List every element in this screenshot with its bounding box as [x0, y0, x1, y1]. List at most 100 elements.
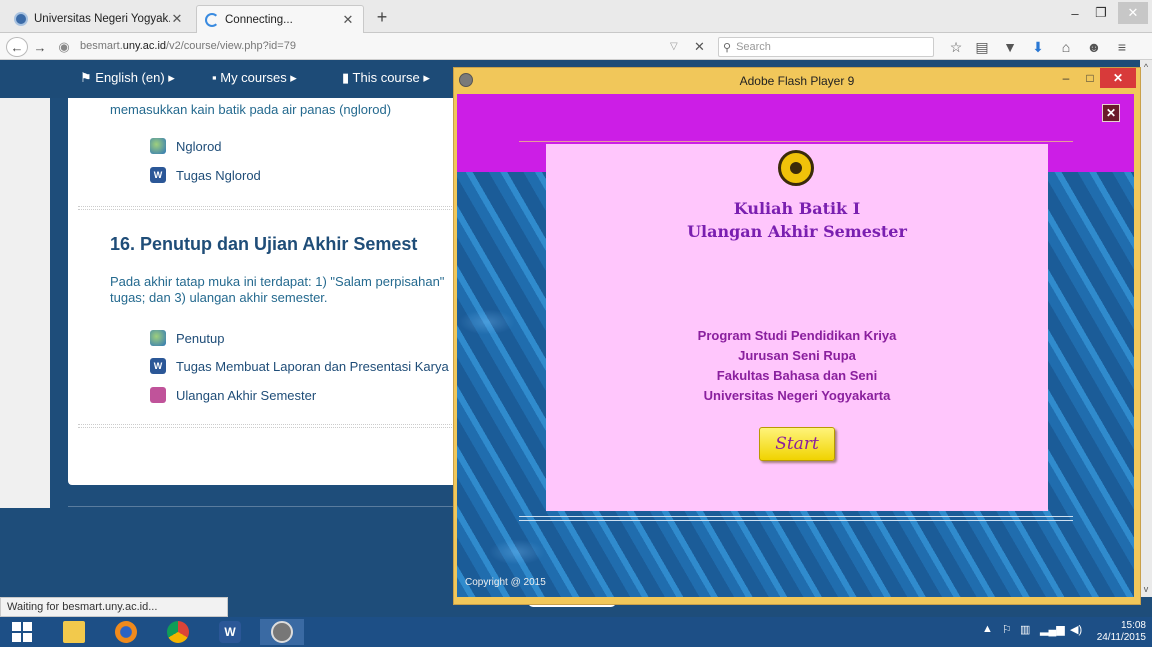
- tab-uny[interactable]: Universitas Negeri Yogyak... ✕: [6, 5, 192, 33]
- search-input[interactable]: ⚲ Search: [718, 37, 934, 57]
- clock-time: 15:08: [1120, 620, 1146, 631]
- taskbar-firefox[interactable]: [104, 619, 148, 645]
- home-icon[interactable]: ⌂: [1056, 37, 1076, 57]
- this-course-menu[interactable]: ▮ This course ▸: [342, 70, 430, 86]
- footer-divider: [68, 506, 468, 507]
- system-clock[interactable]: 15:08 24/11/2015: [1092, 620, 1152, 644]
- activity-label: Tugas Nglorod: [176, 167, 261, 183]
- flash-icon: [271, 621, 293, 643]
- tab-close-icon[interactable]: ✕: [170, 11, 184, 27]
- activity-tugas-nglorod[interactable]: W Tugas Nglorod: [150, 167, 261, 183]
- reading-list-icon[interactable]: ▤: [972, 37, 992, 57]
- quiz-intro-panel: Kuliah Batik I Ulangan Akhir Semester Pr…: [546, 144, 1048, 511]
- url-bold: uny.ac.id: [122, 40, 167, 52]
- faculty: Fakultas Bahasa dan Seni: [716, 368, 878, 383]
- page-scrollbar[interactable]: ^ v: [1140, 60, 1152, 597]
- department: Jurusan Seni Rupa: [738, 348, 856, 363]
- url-bar[interactable]: besmart.uny.ac.id/v2/course/view.php?id=…: [80, 40, 296, 52]
- activity-label: Tugas Membuat Laporan dan Presentasi Kar…: [176, 358, 449, 374]
- language-menu-label: English (en) ▸: [95, 70, 175, 85]
- show-hidden-icons-icon[interactable]: ▲: [982, 623, 993, 635]
- file-explorer-icon: [63, 621, 85, 643]
- windows-taskbar: W ▲ ⚐ ▥ ▂▄▆ ◀) 15:08 24/11/2015: [0, 617, 1152, 647]
- word-doc-icon: W: [150, 167, 166, 183]
- previous-section-summary: memasukkan kain batik pada air panas (ng…: [110, 102, 392, 117]
- menu-icon[interactable]: ≡: [1112, 37, 1132, 57]
- exit-quiz-close-icon[interactable]: ✕: [1102, 104, 1120, 122]
- study-program: Program Studi Pendidikan Kriya: [697, 328, 897, 343]
- taskbar-explorer[interactable]: [52, 619, 96, 645]
- flash-title-bar[interactable]: Adobe Flash Player 9 – □ ✕: [454, 68, 1140, 94]
- this-course-label: This course ▸: [352, 70, 430, 85]
- book-icon: ▮: [342, 70, 353, 85]
- forward-button[interactable]: →: [32, 37, 48, 57]
- chat-icon[interactable]: ☻: [1084, 37, 1104, 57]
- section-summary-line-2: tugas; dan 3) ulangan akhir semester.: [110, 290, 328, 305]
- signal-icon[interactable]: ▂▄▆: [1040, 623, 1065, 636]
- new-tab-button[interactable]: +: [372, 7, 392, 28]
- taskbar-flash[interactable]: [260, 619, 304, 645]
- uny-favicon-icon: [14, 12, 28, 26]
- flash-minimize-button[interactable]: –: [1054, 68, 1078, 88]
- network-icon[interactable]: ▥: [1020, 623, 1030, 636]
- scroll-up-arrow-icon[interactable]: ^: [1140, 62, 1152, 72]
- activity-penutup[interactable]: Penutup: [150, 330, 224, 346]
- browser-tab-strip: Universitas Negeri Yogyak... ✕ Connectin…: [0, 0, 1152, 33]
- activity-label: Penutup: [176, 330, 225, 346]
- action-center-flag-icon[interactable]: ⚐: [1002, 623, 1012, 636]
- my-courses-menu[interactable]: ▪ My courses ▸: [212, 70, 297, 86]
- clock-date: 24/11/2015: [1096, 632, 1146, 643]
- globe-icon: [150, 330, 166, 346]
- tab-title: Universitas Negeri Yogyak...: [34, 13, 170, 25]
- pocket-icon[interactable]: ▼: [1000, 37, 1020, 57]
- windows-logo-icon: [12, 622, 32, 642]
- url-dropdown-icon[interactable]: ▽: [670, 41, 678, 52]
- tab-close-icon[interactable]: ✕: [341, 12, 355, 28]
- taskbar-word[interactable]: W: [208, 619, 252, 645]
- volume-icon[interactable]: ◀): [1070, 623, 1082, 636]
- loading-spinner-icon: [205, 12, 219, 27]
- footer-rule: [519, 520, 1073, 521]
- start-button[interactable]: Start: [759, 427, 835, 461]
- flash-maximize-button[interactable]: □: [1078, 68, 1102, 88]
- downloads-icon[interactable]: ⬇: [1028, 37, 1048, 57]
- chrome-icon: [167, 621, 189, 643]
- search-placeholder: Search: [736, 41, 771, 53]
- stop-loading-icon[interactable]: ✕: [694, 39, 705, 55]
- site-info-icon[interactable]: ◉: [56, 37, 72, 57]
- tab-connecting[interactable]: Connecting... ✕: [196, 5, 364, 33]
- navigation-bar: ← → ◉ besmart.uny.ac.id/v2/course/view.p…: [0, 33, 1152, 60]
- window-close-button[interactable]: ✕: [1118, 2, 1148, 24]
- section-divider: [78, 206, 458, 210]
- back-button[interactable]: ←: [6, 37, 28, 57]
- activity-ulangan[interactable]: Ulangan Akhir Semester: [150, 387, 316, 403]
- globe-icon: [150, 138, 166, 154]
- firefox-icon: [115, 621, 137, 643]
- window-minimize-button[interactable]: –: [1064, 2, 1086, 24]
- scroll-down-arrow-icon[interactable]: v: [1140, 584, 1152, 594]
- section-summary-line-1: Pada akhir tatap muka ini terdapat: 1) "…: [110, 274, 445, 289]
- exam-title: Ulangan Akhir Semester: [687, 222, 907, 241]
- language-menu[interactable]: ⚑ English (en) ▸: [80, 70, 175, 86]
- quiz-icon: [150, 387, 166, 403]
- start-button-windows[interactable]: [0, 619, 44, 645]
- page-gutter: [0, 98, 50, 508]
- taskbar-chrome[interactable]: [156, 619, 200, 645]
- activity-tugas-laporan[interactable]: W Tugas Membuat Laporan dan Presentasi K…: [150, 358, 449, 374]
- window-maximize-button[interactable]: ❐: [1090, 2, 1112, 24]
- flash-player-window: Adobe Flash Player 9 – □ ✕ ✕ Kuliah Bati…: [453, 67, 1141, 605]
- url-domain: besmart.: [80, 40, 123, 52]
- activity-nglorod[interactable]: Nglorod: [150, 138, 222, 154]
- tab-title: Connecting...: [225, 13, 293, 26]
- browser-status-bar: Waiting for besmart.uny.ac.id...: [0, 597, 228, 617]
- header-rule: [519, 141, 1073, 142]
- section-title: 16. Penutup dan Ujian Akhir Semest: [110, 234, 418, 254]
- briefcase-icon: ▪: [212, 70, 221, 85]
- flash-close-button[interactable]: ✕: [1100, 68, 1136, 88]
- section-divider: [78, 424, 458, 428]
- flash-window-title: Adobe Flash Player 9: [739, 74, 855, 88]
- bookmark-star-icon[interactable]: ☆: [946, 37, 966, 57]
- my-courses-label: My courses ▸: [220, 70, 297, 85]
- search-icon: ⚲: [723, 41, 732, 54]
- url-path: /v2/course/view.php?id=79: [166, 40, 296, 52]
